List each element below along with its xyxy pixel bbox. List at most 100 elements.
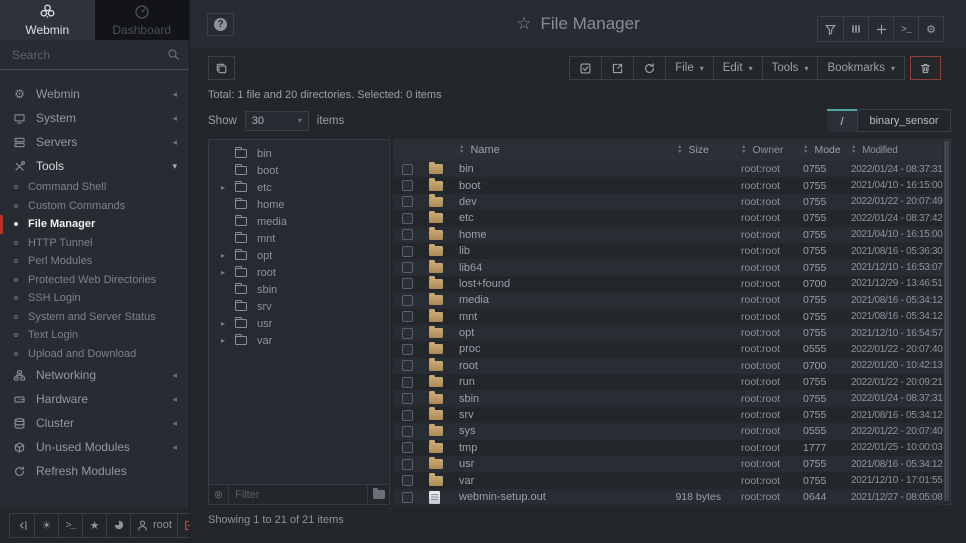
sidebar-item-refresh-modules[interactable]: Refresh Modules — [0, 459, 189, 483]
tree-item-var[interactable]: ▸ var — [209, 332, 389, 349]
collapse-sidebar-button[interactable] — [10, 514, 34, 537]
row-checkbox[interactable] — [402, 213, 413, 224]
expand-arrow-icon[interactable]: ▸ — [217, 268, 229, 277]
favorites-button[interactable]: ★ — [82, 514, 106, 537]
tab-webmin[interactable]: Webmin — [0, 0, 95, 40]
tools-menu-button[interactable]: Tools▾ — [763, 56, 819, 80]
sidebar-subitem-ssh-login[interactable]: SSH Login — [0, 289, 189, 308]
file-row-sbin[interactable]: sbin root:root 0755 2022/01/24 - 08:37:3… — [393, 390, 943, 406]
expand-arrow-icon[interactable]: ▸ — [217, 336, 229, 345]
file-name-link[interactable]: tmp — [459, 442, 647, 454]
expand-arrow-icon[interactable]: ▸ — [217, 319, 229, 328]
row-checkbox[interactable] — [402, 196, 413, 207]
sidebar-subitem-command-shell[interactable]: Command Shell — [0, 178, 189, 197]
file-name-link[interactable]: mnt — [459, 311, 647, 323]
terminal-button[interactable]: >_ — [893, 17, 918, 41]
row-checkbox[interactable] — [402, 262, 413, 273]
sidebar-subitem-protected-web-directories[interactable]: Protected Web Directories — [0, 271, 189, 290]
file-name-link[interactable]: sbin — [459, 393, 647, 405]
help-button[interactable]: ? — [207, 13, 234, 36]
row-checkbox[interactable] — [402, 426, 413, 437]
row-checkbox[interactable] — [402, 180, 413, 191]
tree-item-mnt[interactable]: mnt — [209, 230, 389, 247]
file-row-webmin-setup-out[interactable]: webmin-setup.out 918 bytes root:root 064… — [393, 489, 943, 505]
file-name-link[interactable]: lib64 — [459, 262, 647, 274]
columns-button[interactable] — [843, 17, 868, 41]
settings-button[interactable]: ⚙ — [918, 17, 943, 41]
file-row-srv[interactable]: srv root:root 0755 2021/08/16 - 05:34:12 — [393, 407, 943, 423]
file-name-link[interactable]: root — [459, 360, 647, 372]
file-row-root[interactable]: root root:root 0700 2022/01/20 - 10:42:1… — [393, 358, 943, 374]
file-row-usr[interactable]: usr root:root 0755 2021/08/16 - 05:34:12 — [393, 456, 943, 472]
file-name-link[interactable]: boot — [459, 180, 647, 192]
file-name-link[interactable]: lost+found — [459, 278, 647, 290]
row-checkbox[interactable] — [402, 246, 413, 257]
user-button[interactable]: root — [130, 514, 177, 537]
file-menu-button[interactable]: File▾ — [666, 56, 714, 80]
row-checkbox[interactable] — [402, 492, 413, 503]
tree-item-home[interactable]: home — [209, 196, 389, 213]
create-button[interactable] — [868, 17, 893, 41]
file-row-mnt[interactable]: mnt root:root 0755 2021/08/16 - 05:34:12 — [393, 309, 943, 325]
file-name-link[interactable]: opt — [459, 327, 647, 339]
file-name-link[interactable]: etc — [459, 212, 647, 224]
table-scrollbar[interactable] — [943, 139, 951, 505]
tree-item-srv[interactable]: srv — [209, 298, 389, 315]
select-all-button[interactable] — [569, 56, 602, 80]
trash-button[interactable] — [910, 56, 941, 80]
sidebar-subitem-system-and-server-status[interactable]: System and Server Status — [0, 308, 189, 327]
sidebar-subitem-upload-and-download[interactable]: Upload and Download — [0, 345, 189, 364]
tree-item-opt[interactable]: ▸ opt — [209, 247, 389, 264]
file-row-media[interactable]: media root:root 0755 2021/08/16 - 05:34:… — [393, 292, 943, 308]
sidebar-item-hardware[interactable]: Hardware ◂ — [0, 387, 189, 411]
show-count-select[interactable]: 30 ▾ — [245, 111, 309, 131]
sidebar-subitem-http-tunnel[interactable]: HTTP Tunnel — [0, 234, 189, 253]
sidebar-item-networking[interactable]: Networking ◂ — [0, 363, 189, 387]
file-name-link[interactable]: media — [459, 294, 647, 306]
file-row-lib64[interactable]: lib64 root:root 0755 2021/12/10 - 16:53:… — [393, 259, 943, 275]
column-header-name[interactable]: ▲▼ Name — [459, 144, 647, 156]
file-row-sys[interactable]: sys root:root 0555 2022/01/22 - 20:07:40 — [393, 423, 943, 439]
usage-button[interactable] — [106, 514, 130, 537]
expand-arrow-icon[interactable]: ▸ — [217, 251, 229, 260]
sidebar-item-system[interactable]: System ◂ — [0, 106, 189, 130]
sidebar-subitem-text-login[interactable]: Text Login — [0, 326, 189, 345]
file-row-tmp[interactable]: tmp root:root 1777 2022/01/25 - 10:00:03 — [393, 440, 943, 456]
sidebar-subitem-perl-modules[interactable]: Perl Modules — [0, 252, 189, 271]
file-row-run[interactable]: run root:root 0755 2022/01/22 - 20:09:21 — [393, 374, 943, 390]
row-checkbox[interactable] — [402, 475, 413, 486]
path-input[interactable] — [857, 109, 951, 132]
file-name-link[interactable]: var — [459, 475, 647, 487]
filter-button[interactable] — [818, 17, 843, 41]
file-row-boot[interactable]: boot root:root 0755 2021/04/10 - 16:15:0… — [393, 177, 943, 193]
file-name-link[interactable]: bin — [459, 163, 647, 175]
file-row-home[interactable]: home root:root 0755 2021/04/10 - 16:15:0… — [393, 227, 943, 243]
refresh-button[interactable] — [634, 56, 666, 80]
column-header-mode[interactable]: ▲▼ Mode — [791, 144, 843, 156]
tree-item-etc[interactable]: ▸ etc — [209, 179, 389, 196]
file-row-proc[interactable]: proc root:root 0555 2022/01/22 - 20:07:4… — [393, 341, 943, 357]
shell-button[interactable]: >_ — [58, 514, 82, 537]
file-name-link[interactable]: dev — [459, 196, 647, 208]
sidebar-item-cluster[interactable]: Cluster ◂ — [0, 411, 189, 435]
column-header-owner[interactable]: ▲▼ Owner — [733, 144, 791, 156]
edit-menu-button[interactable]: Edit▾ — [714, 56, 763, 80]
file-name-link[interactable]: run — [459, 376, 647, 388]
clear-filter-icon[interactable]: ⊗ — [209, 485, 229, 504]
file-name-link[interactable]: proc — [459, 343, 647, 355]
row-checkbox[interactable] — [402, 377, 413, 388]
sidebar-subitem-custom-commands[interactable]: Custom Commands — [0, 197, 189, 216]
row-checkbox[interactable] — [402, 410, 413, 421]
sidebar-item-servers[interactable]: Servers ◂ — [0, 130, 189, 154]
file-row-dev[interactable]: dev root:root 0755 2022/01/22 - 20:07:49 — [393, 194, 943, 210]
row-checkbox[interactable] — [402, 459, 413, 470]
breadcrumb-root[interactable]: / — [827, 109, 857, 132]
sidebar-item-un-used-modules[interactable]: Un-used Modules ◂ — [0, 435, 189, 459]
file-row-bin[interactable]: bin root:root 0755 2022/01/24 - 08:37:31 — [393, 161, 943, 177]
file-name-link[interactable]: home — [459, 229, 647, 241]
open-share-button[interactable] — [602, 56, 634, 80]
tab-dashboard[interactable]: Dashboard — [95, 0, 190, 40]
copy-windows-button[interactable] — [208, 56, 235, 80]
file-row-lost-found[interactable]: lost+found root:root 0700 2021/12/29 - 1… — [393, 276, 943, 292]
search-input[interactable] — [12, 48, 167, 62]
